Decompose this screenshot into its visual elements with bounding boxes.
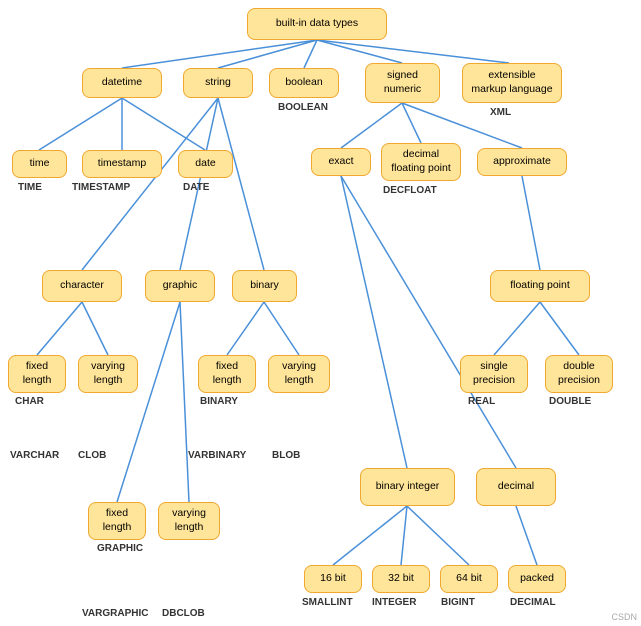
node-decfloat: decimal floating point: [381, 143, 461, 181]
node-exact: exact: [311, 148, 371, 176]
node-fixedlen-bin: fixed length: [198, 355, 256, 393]
label-integer: INTEGER: [372, 597, 416, 608]
node-packed: packed: [508, 565, 566, 593]
node-bit32: 32 bit: [372, 565, 430, 593]
label-date: DATE: [183, 182, 209, 193]
label-real: REAL: [468, 396, 495, 407]
label-smallint: SMALLINT: [302, 597, 353, 608]
node-character: character: [42, 270, 122, 302]
diagram-container: built-in data types datetime string bool…: [0, 0, 641, 626]
label-blob: BLOB: [272, 450, 300, 461]
node-varylen-gfx: varying length: [158, 502, 220, 540]
node-binint: binary integer: [360, 468, 455, 506]
label-vargraphic: VARGRAPHIC: [82, 608, 148, 619]
label-bigint: BIGINT: [441, 597, 475, 608]
node-timestamp: timestamp: [82, 150, 162, 178]
node-boolean: boolean: [269, 68, 339, 98]
node-singlepre: single precision: [460, 355, 528, 393]
label-graphic: GRAPHIC: [97, 543, 143, 554]
label-char: CHAR: [15, 396, 44, 407]
label-binary: BINARY: [200, 396, 238, 407]
label-boolean: BOOLEAN: [278, 102, 328, 113]
node-decimal: decimal: [476, 468, 556, 506]
label-clob: CLOB: [78, 450, 106, 461]
label-timestamp: TIMESTAMP: [72, 182, 130, 193]
node-doublepre: double precision: [545, 355, 613, 393]
node-date: date: [178, 150, 233, 178]
label-double: DOUBLE: [549, 396, 591, 407]
node-varylen-bin: varying length: [268, 355, 330, 393]
node-floatpt: floating point: [490, 270, 590, 302]
node-fixedlen-char: fixed length: [8, 355, 66, 393]
node-fixedlen-gfx: fixed length: [88, 502, 146, 540]
node-datetime: datetime: [82, 68, 162, 98]
label-decimal2: DECIMAL: [510, 597, 556, 608]
label-varbinary: VARBINARY: [188, 450, 246, 461]
watermark: CSDN: [611, 612, 637, 622]
label-time: TIME: [18, 182, 42, 193]
node-approx: approximate: [477, 148, 567, 176]
node-xml: extensible markup language: [462, 63, 562, 103]
label-decfloat: DECFLOAT: [383, 185, 437, 196]
label-xml: XML: [490, 107, 511, 118]
node-signednum: signed numeric: [365, 63, 440, 103]
node-string: string: [183, 68, 253, 98]
node-time: time: [12, 150, 67, 178]
node-root: built-in data types: [247, 8, 387, 40]
label-dbclob: DBCLOB: [162, 608, 205, 619]
node-varylen-char: varying length: [78, 355, 138, 393]
label-varchar: VARCHAR: [10, 450, 59, 461]
node-binary: binary: [232, 270, 297, 302]
node-graphic: graphic: [145, 270, 215, 302]
node-bit64: 64 bit: [440, 565, 498, 593]
node-bit16: 16 bit: [304, 565, 362, 593]
